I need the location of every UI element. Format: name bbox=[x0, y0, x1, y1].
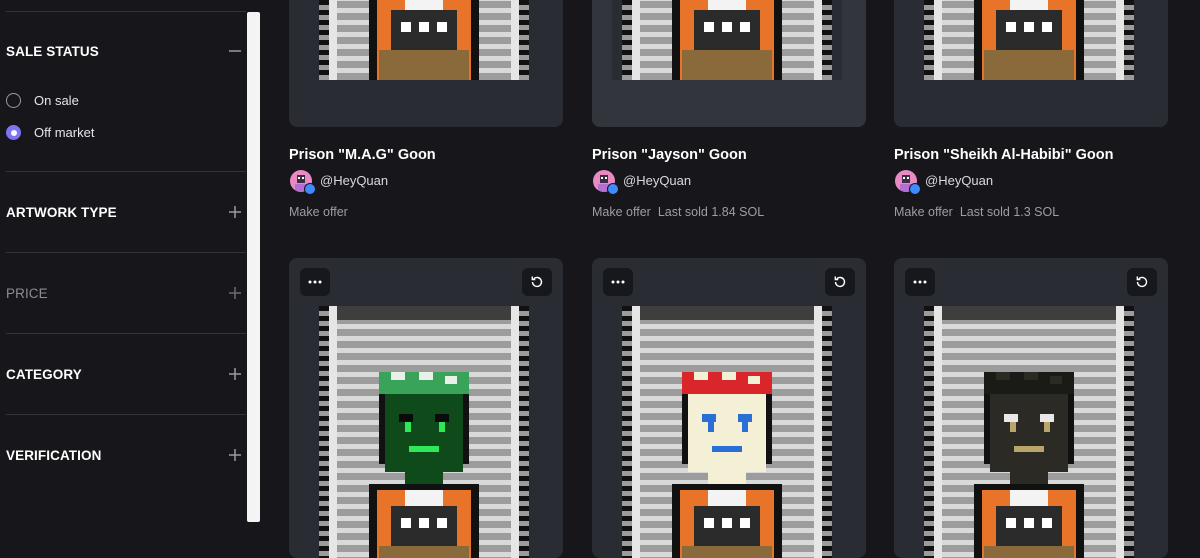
artwork-type-header[interactable]: ARTWORK TYPE bbox=[6, 203, 246, 223]
category-title: CATEGORY bbox=[6, 367, 82, 382]
nft-artwork bbox=[309, 0, 539, 80]
radio-off-market[interactable]: Off market bbox=[6, 125, 206, 145]
plus-icon[interactable] bbox=[226, 284, 244, 302]
filters-sidebar: SALE STATUS On sale Off market ARTWORK T… bbox=[0, 0, 246, 542]
off-market-label: Off market bbox=[34, 125, 95, 140]
last-sold: Last sold 1.3 SOL bbox=[959, 205, 1060, 219]
plus-icon[interactable] bbox=[226, 446, 244, 464]
refresh-button[interactable] bbox=[1127, 268, 1157, 296]
refresh-button[interactable] bbox=[522, 268, 552, 296]
price-header[interactable]: PRICE bbox=[6, 284, 246, 304]
more-options-button[interactable] bbox=[603, 268, 633, 296]
more-dots-icon bbox=[308, 280, 322, 284]
more-dots-icon bbox=[611, 280, 625, 284]
radio-button[interactable] bbox=[6, 93, 21, 108]
refresh-icon bbox=[1136, 276, 1148, 288]
more-dots-icon bbox=[913, 280, 927, 284]
nft-title[interactable]: Prison "Sheikh Al-Habibi" Goon bbox=[894, 147, 1113, 163]
plus-icon[interactable] bbox=[226, 365, 244, 383]
verification-header[interactable]: VERIFICATION bbox=[6, 446, 246, 466]
on-sale-label: On sale bbox=[34, 93, 79, 108]
nft-card-image[interactable] bbox=[289, 0, 563, 127]
artwork-type-title: ARTWORK TYPE bbox=[6, 205, 117, 220]
verified-badge-icon bbox=[607, 183, 619, 195]
nft-card-image[interactable] bbox=[894, 0, 1168, 127]
nft-card-image[interactable] bbox=[592, 0, 866, 127]
verified-badge-icon bbox=[909, 183, 921, 195]
nft-card-image[interactable] bbox=[289, 258, 563, 558]
creator-handle: @HeyQuan bbox=[320, 173, 389, 188]
sidebar-divider bbox=[6, 11, 246, 12]
category-header[interactable]: CATEGORY bbox=[6, 365, 246, 385]
sale-status-header[interactable]: SALE STATUS bbox=[6, 42, 246, 62]
sidebar-divider bbox=[6, 414, 246, 415]
radio-button-selected[interactable] bbox=[6, 125, 21, 140]
verified-badge-icon bbox=[304, 183, 316, 195]
plus-icon[interactable] bbox=[226, 203, 244, 221]
make-offer[interactable]: Make offer bbox=[894, 205, 953, 219]
refresh-icon bbox=[531, 276, 543, 288]
nft-title[interactable]: Prison "M.A.G" Goon bbox=[289, 147, 436, 163]
nft-meta: Make offer bbox=[289, 205, 362, 219]
nft-artwork bbox=[914, 0, 1144, 80]
sidebar-scrollbar[interactable] bbox=[247, 12, 260, 522]
refresh-button[interactable] bbox=[825, 268, 855, 296]
last-sold: Last sold 1.84 SOL bbox=[657, 205, 765, 219]
nft-artwork bbox=[309, 306, 539, 558]
sale-status-title: SALE STATUS bbox=[6, 44, 99, 59]
verification-title: VERIFICATION bbox=[6, 448, 102, 463]
nft-meta: Make offer Last sold 1.3 SOL bbox=[894, 205, 1066, 219]
nft-card-image[interactable] bbox=[592, 258, 866, 558]
radio-on-sale[interactable]: On sale bbox=[6, 93, 206, 113]
nft-artwork bbox=[914, 306, 1144, 558]
nft-artwork bbox=[612, 0, 842, 80]
more-options-button[interactable] bbox=[905, 268, 935, 296]
make-offer[interactable]: Make offer bbox=[592, 205, 651, 219]
refresh-icon bbox=[834, 276, 846, 288]
nft-card-image[interactable] bbox=[894, 258, 1168, 558]
make-offer[interactable]: Make offer bbox=[289, 205, 348, 219]
creator-handle: @HeyQuan bbox=[623, 173, 692, 188]
sidebar-divider bbox=[6, 252, 246, 253]
nft-artwork bbox=[612, 306, 842, 558]
price-title: PRICE bbox=[6, 286, 48, 301]
creator-handle: @HeyQuan bbox=[925, 173, 994, 188]
more-options-button[interactable] bbox=[300, 268, 330, 296]
nft-meta: Make offer Last sold 1.84 SOL bbox=[592, 205, 771, 219]
nft-title[interactable]: Prison "Jayson" Goon bbox=[592, 147, 747, 163]
sidebar-divider bbox=[6, 333, 246, 334]
sidebar-divider bbox=[6, 171, 246, 172]
minus-icon[interactable] bbox=[226, 42, 244, 60]
